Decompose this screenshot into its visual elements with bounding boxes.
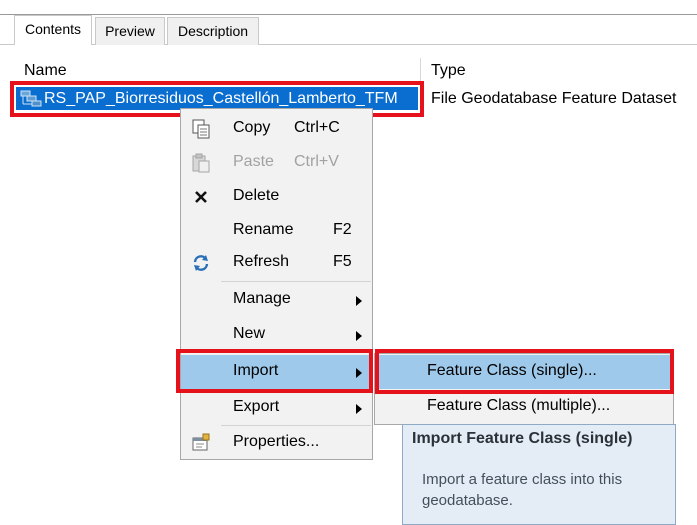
menu-item-label: Properties... [233, 433, 320, 450]
tab-contents[interactable]: Contents [14, 15, 92, 45]
menu-item-shortcut: F2 [333, 221, 352, 238]
annotation-highlight-import [176, 349, 373, 393]
menu-item-label: Export [233, 398, 280, 415]
menu-item-shortcut: F5 [333, 253, 352, 270]
menu-item-refresh[interactable]: Refresh F5 [181, 246, 372, 280]
menu-item-delete[interactable]: Delete [181, 180, 372, 214]
menu-item-new[interactable]: New [181, 318, 372, 352]
submenu-arrow-icon [356, 296, 362, 306]
menu-item-shortcut: Ctrl+V [294, 153, 339, 170]
menu-item-label: New [233, 325, 266, 342]
dataset-type: File Geodatabase Feature Dataset [431, 90, 677, 107]
submenu-item-feature-class-multiple[interactable]: Feature Class (multiple)... [375, 390, 673, 424]
menu-item-label: Manage [233, 290, 291, 307]
column-header-type[interactable]: Type [431, 62, 466, 80]
paste-icon [191, 153, 211, 173]
menu-item-label: Delete [233, 187, 280, 204]
menu-item-copy[interactable]: Copy Ctrl+C [181, 112, 372, 146]
menu-item-label: Rename [233, 221, 294, 238]
menu-item-export[interactable]: Export [181, 391, 372, 425]
menu-separator [221, 281, 371, 282]
tooltip-body: Import a feature class into this geodata… [422, 471, 623, 509]
menu-item-properties[interactable]: Properties... [181, 426, 372, 460]
delete-icon [191, 187, 211, 207]
refresh-icon [191, 253, 211, 273]
copy-icon [191, 119, 211, 139]
submenu-arrow-icon [356, 331, 362, 341]
menu-item-label: Refresh [233, 253, 290, 270]
submenu-arrow-icon [356, 404, 362, 414]
menu-item-label: Copy [233, 119, 271, 136]
tab-preview[interactable]: Preview [95, 17, 165, 45]
menu-item-manage[interactable]: Manage [181, 283, 372, 317]
menu-item-paste[interactable]: Paste Ctrl+V [181, 146, 372, 180]
column-header-name[interactable]: Name [24, 62, 67, 80]
tooltip-title: Import Feature Class (single) [412, 430, 633, 447]
tab-strip-top-border [0, 14, 697, 15]
submenu-item-label: Feature Class (multiple)... [427, 397, 611, 414]
tab-description[interactable]: Description [167, 17, 259, 45]
menu-item-label: Paste [233, 153, 274, 170]
menu-item-rename[interactable]: Rename F2 [181, 214, 372, 248]
menu-item-shortcut: Ctrl+C [294, 119, 340, 136]
annotation-highlight-feature-class-single [375, 349, 674, 394]
properties-icon [191, 433, 211, 453]
